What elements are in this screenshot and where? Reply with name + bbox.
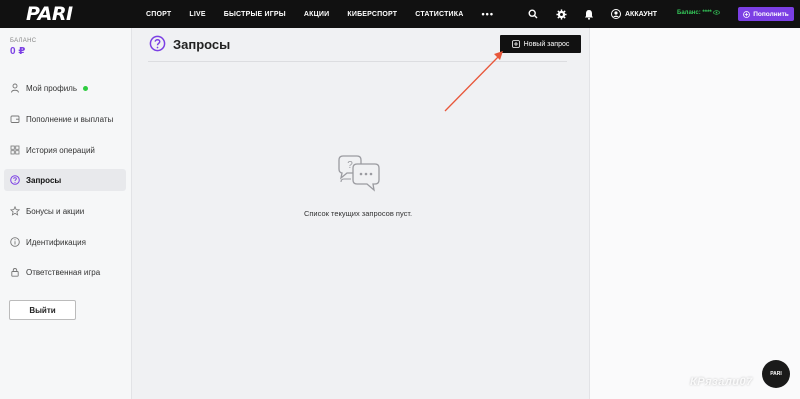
balance-label: БАЛАНС — [10, 38, 37, 44]
lock-icon — [10, 267, 20, 277]
sidebar: БАЛАНС 0 ₽ Мой профиль Пополнение и выпл… — [0, 28, 132, 399]
new-request-button[interactable]: Новый запрос — [500, 35, 581, 53]
nav-live[interactable]: LIVE — [189, 11, 205, 18]
grid-icon — [10, 145, 20, 155]
user-icon — [10, 83, 20, 93]
page-header: Запросы Новый запрос — [148, 32, 581, 62]
right-panel — [589, 28, 800, 399]
nav-fast-games[interactable]: БЫСТРЫЕ ИГРЫ — [224, 11, 286, 18]
main-nav: СПОРТ LIVE БЫСТРЫЕ ИГРЫ АКЦИИ КИБЕРСПОРТ… — [146, 0, 494, 28]
wallet-icon — [10, 114, 20, 124]
account-button[interactable]: АККАУНТ — [611, 9, 657, 19]
sidebar-item-label: Бонусы и акции — [26, 206, 85, 216]
eye-icon[interactable] — [713, 10, 721, 15]
sidebar-item-payments[interactable]: Пополнение и выплаты — [4, 108, 126, 130]
plus-square-icon — [511, 40, 520, 48]
info-icon — [10, 237, 20, 247]
topup-label: Пополнить — [753, 10, 789, 18]
topup-button[interactable]: Пополнить — [738, 7, 794, 21]
nav-esports[interactable]: КИБЕРСПОРТ — [347, 11, 397, 18]
pari-logo[interactable]: PARI — [26, 3, 73, 25]
svg-text:?: ? — [347, 160, 353, 171]
sidebar-item-label: Ответственная игра — [26, 267, 101, 277]
balance-value: 0 ₽ — [10, 46, 26, 57]
new-request-label: Новый запрос — [523, 40, 570, 48]
question-icon — [10, 175, 20, 185]
sidebar-item-profile[interactable]: Мой профиль — [4, 77, 126, 99]
star-icon — [10, 206, 20, 216]
nav-promotions[interactable]: АКЦИИ — [304, 11, 330, 18]
sidebar-item-label: Мой профиль — [26, 83, 78, 93]
sidebar-item-identification[interactable]: Идентификация — [4, 231, 126, 253]
brand-badge: PARI — [762, 360, 790, 388]
page-title: Запросы — [173, 37, 231, 52]
main-content: Запросы Новый запрос ? Список текущих за… — [133, 28, 589, 399]
top-navbar: PARI СПОРТ LIVE БЫСТРЫЕ ИГРЫ АКЦИИ КИБЕР… — [0, 0, 800, 28]
sidebar-item-label: Пополнение и выплаты — [26, 114, 114, 124]
sidebar-item-label: Идентификация — [26, 237, 86, 247]
plus-circle-icon — [743, 10, 751, 18]
chat-bubbles-icon: ? — [338, 155, 380, 192]
gear-icon[interactable] — [555, 8, 567, 20]
question-icon — [149, 35, 166, 52]
header-balance[interactable]: Баланс: **** — [677, 10, 721, 16]
watermark-text: КРязали07 — [690, 376, 753, 388]
empty-state-text: Список текущих запросов пуст. — [303, 209, 413, 218]
logout-button[interactable]: Выйти — [9, 300, 76, 320]
nav-more-button[interactable]: ••• — [482, 9, 494, 19]
account-avatar-icon — [611, 9, 621, 19]
sidebar-item-requests[interactable]: Запросы — [4, 169, 126, 191]
sidebar-item-responsible-gaming[interactable]: Ответственная игра — [4, 261, 126, 283]
online-status-dot — [83, 85, 89, 91]
nav-sport[interactable]: СПОРТ — [146, 11, 171, 18]
nav-statistics[interactable]: СТАТИСТИКА — [415, 11, 463, 18]
sidebar-item-label: Запросы — [26, 175, 62, 185]
bell-icon[interactable] — [583, 8, 595, 20]
search-icon[interactable] — [527, 8, 539, 20]
sidebar-item-bonuses[interactable]: Бонусы и акции — [4, 200, 126, 222]
sidebar-item-label: История операций — [26, 145, 95, 155]
sidebar-item-history[interactable]: История операций — [4, 139, 126, 161]
account-label: АККАУНТ — [625, 10, 658, 18]
